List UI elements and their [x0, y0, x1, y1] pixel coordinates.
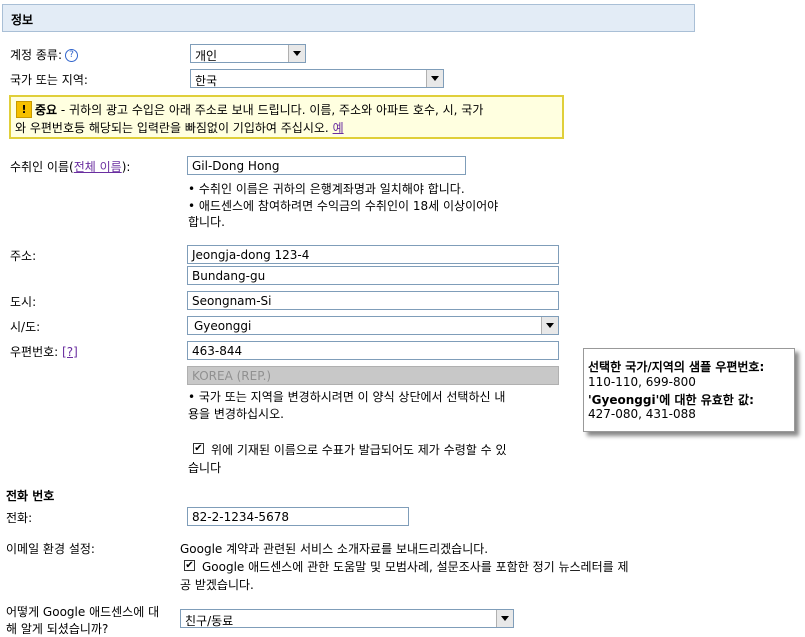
postal-sample-tooltip: 선택한 국가/지역의 샘플 우편번호: 110-110, 699-800 'Gy… [583, 348, 795, 432]
help-icon[interactable]: ? [65, 49, 79, 62]
phone-label: 전화: [6, 511, 33, 525]
confirm-text: 습니다 [188, 461, 222, 475]
warning-icon: ! [16, 101, 32, 118]
country-select[interactable]: 한국 [190, 69, 444, 88]
payee-note: 합니다. [188, 215, 225, 229]
province-select[interactable]: Gyeonggi [187, 316, 559, 335]
country-display-field: KOREA (REP.) [187, 366, 559, 385]
email-pref-label: 이메일 환경 설정: [6, 542, 95, 556]
notice-text-2: 와 우편번호등 해당되는 입력란을 빠짐없이 기입하여 주십시오. [15, 121, 333, 135]
postal-note: • 국가 또는 지역을 변경하시려면 이 양식 상단에서 선택하신 내 [188, 390, 506, 404]
confirm-checkbox[interactable]: ✔ [193, 443, 204, 454]
address-line2-input[interactable]: Bundang-gu [187, 266, 559, 285]
tooltip-samples: 110-110, 699-800 [588, 375, 696, 389]
section-title: 정보 [11, 13, 34, 27]
newsletter-text: Google 애드센스에 관한 도움말 및 모범사례, 설문조사를 포함한 정기… [202, 560, 629, 574]
section-header-info: 정보 [2, 4, 695, 32]
postal-help-link[interactable]: [?] [62, 345, 78, 359]
newsletter-checkbox[interactable]: ✔ [184, 560, 195, 571]
payee-note: • 수취인 이름은 귀하의 은행계좌명과 일치해야 합니다. [188, 182, 465, 196]
chevron-down-icon [426, 70, 443, 87]
city-input[interactable]: Seongnam-Si [187, 291, 559, 310]
payee-name-label: 수취인 이름(전체 이름): [10, 160, 131, 174]
payee-name-input[interactable]: Gil-Dong Hong [187, 156, 466, 175]
payee-note: • 애드센스에 참여하려면 수익금의 수취인이 18세 이상이어야 [188, 199, 499, 213]
phone-section-title: 전화 번호 [6, 489, 55, 503]
notice-text-1: - 귀하의 광고 수입은 아래 주소로 보내 드립니다. 이름, 주소와 아파트… [57, 103, 484, 117]
newsletter-text: 공 받겠습니다. [180, 578, 254, 592]
postal-label: 우편번호: [?] [10, 345, 78, 359]
confirm-text: 위에 기재된 이름으로 수표가 발급되어도 제가 수령할 수 있 [211, 443, 507, 457]
country-label: 국가 또는 지역: [10, 73, 88, 87]
account-type-value: 개인 [195, 49, 218, 63]
chevron-down-icon [496, 610, 513, 627]
email-pref-text: Google 계약과 관련된 서비스 소개자료를 보내드리겠습니다. [180, 542, 489, 556]
notice-bold: 중요 [35, 103, 58, 117]
phone-input[interactable]: 82-2-1234-5678 [187, 507, 409, 526]
example-link[interactable]: 예 [333, 121, 344, 135]
chevron-down-icon [288, 45, 305, 62]
address-label: 주소: [10, 249, 37, 263]
full-name-link[interactable]: 전체 이름 [74, 160, 122, 174]
referral-select[interactable]: 친구/동료 [180, 609, 514, 628]
referral-label: 해 알게 되셨습니까? [6, 622, 109, 636]
account-type-select[interactable]: 개인 [190, 44, 306, 63]
chevron-down-icon [541, 317, 558, 334]
tooltip-valid-values: 427-080, 431-088 [588, 407, 696, 421]
province-label: 시/도: [10, 320, 41, 334]
postal-code-input[interactable]: 463-844 [187, 341, 559, 360]
important-notice: ! 중요 - 귀하의 광고 수입은 아래 주소로 보내 드립니다. 이름, 주소… [9, 95, 564, 139]
address-line1-input[interactable]: Jeongja-dong 123-4 [187, 245, 559, 264]
postal-note: 용을 변경하십시오. [188, 407, 284, 421]
country-value: 한국 [195, 74, 218, 88]
tooltip-title: 선택한 국가/지역의 샘플 우편번호: [588, 360, 765, 374]
city-label: 도시: [10, 295, 37, 309]
referral-label: 어떻게 Google 애드센스에 대 [6, 605, 160, 619]
account-type-label: 계정 종류:? [10, 46, 79, 63]
